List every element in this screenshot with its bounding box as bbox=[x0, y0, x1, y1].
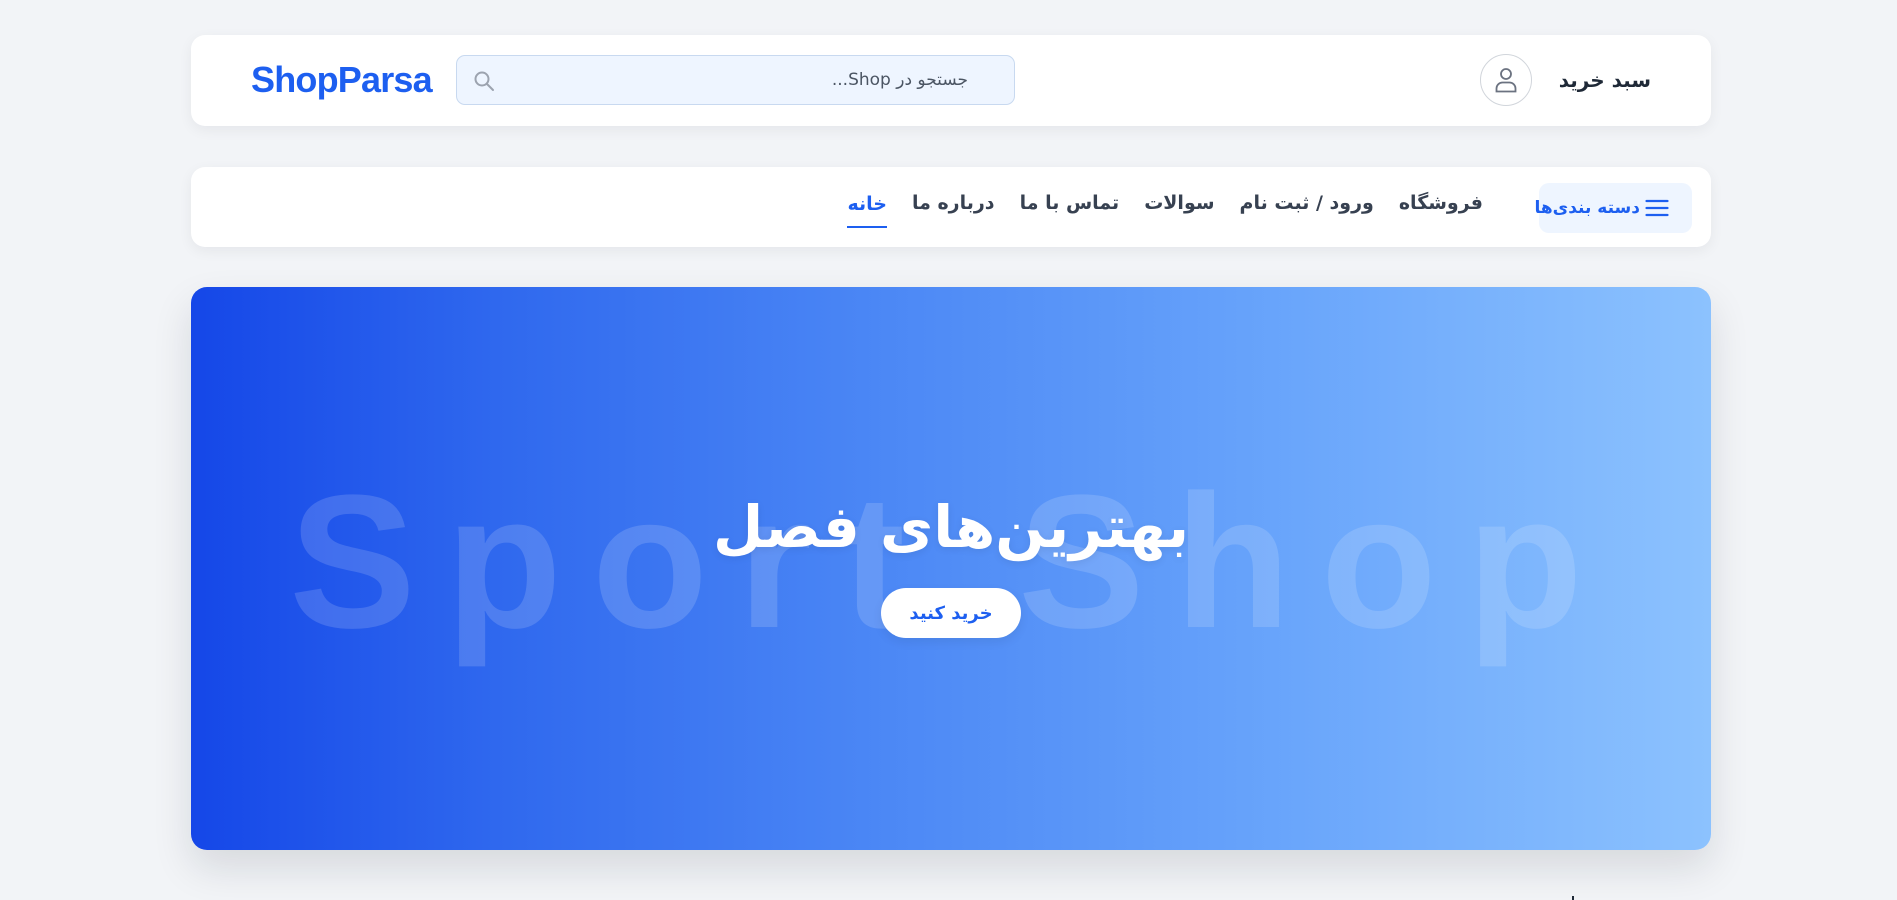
hero-banner: Sport Shop بهترین‌های فصل خرید کنید bbox=[191, 287, 1711, 850]
search-icon[interactable] bbox=[472, 69, 496, 93]
search-box[interactable] bbox=[456, 55, 1015, 105]
user-account-button[interactable] bbox=[1480, 54, 1532, 106]
nav-links: خانه درباره ما تماس با ما سوالات ورود / … bbox=[847, 183, 1483, 229]
search-input[interactable] bbox=[509, 56, 968, 104]
menu-icon bbox=[1645, 199, 1669, 217]
hero-title: بهترین‌های فصل bbox=[712, 493, 1190, 561]
nav-link-faq[interactable]: سوالات bbox=[1144, 183, 1214, 229]
shop-now-button[interactable]: خرید کنید bbox=[881, 588, 1021, 638]
brand-logo[interactable]: ShopParsa bbox=[251, 57, 433, 103]
page: ShopParsa سبد خرید bbox=[0, 0, 1897, 900]
categories-label: دسته بندی‌ها bbox=[1534, 198, 1640, 218]
nav-link-shop[interactable]: فروشگاه bbox=[1399, 183, 1483, 229]
nav-link-home[interactable]: خانه bbox=[847, 184, 887, 228]
main-nav: دسته بندی‌ها خانه درباره ما تماس با ما س… bbox=[191, 167, 1711, 247]
nav-link-contact[interactable]: تماس با ما bbox=[1020, 183, 1120, 229]
cart-link[interactable]: سبد خرید bbox=[1551, 63, 1651, 97]
nav-link-about[interactable]: درباره ما bbox=[912, 183, 995, 229]
categories-button[interactable]: دسته بندی‌ها bbox=[1534, 183, 1692, 233]
section-heading-peek bbox=[1566, 890, 1578, 900]
top-header: ShopParsa سبد خرید bbox=[191, 35, 1711, 126]
user-icon bbox=[1495, 68, 1517, 93]
nav-link-login-register[interactable]: ورود / ثبت نام bbox=[1240, 183, 1374, 229]
